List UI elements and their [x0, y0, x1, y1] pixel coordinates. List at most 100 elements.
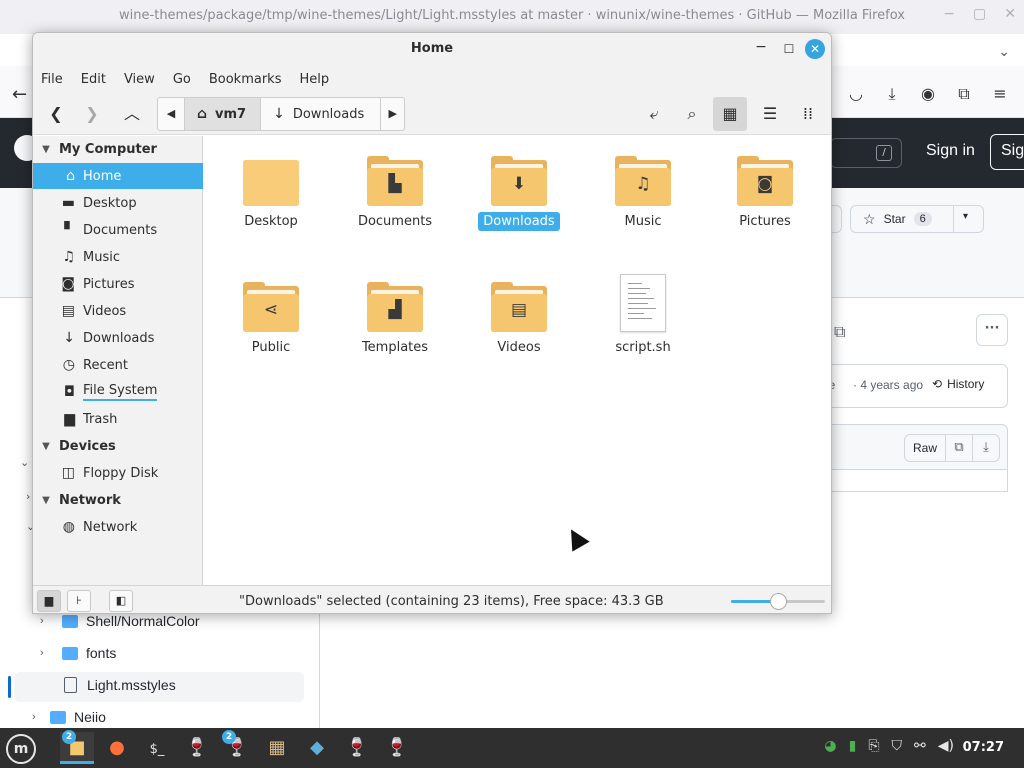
icon-view-icon[interactable]: ▦: [713, 97, 747, 131]
sidebar-item-recent[interactable]: ◷ Recent: [33, 352, 203, 378]
file-icon-grid: Desktop ▙ Documents ⬇ Downloads ♫ Music: [204, 136, 831, 585]
menu-view[interactable]: View: [122, 70, 157, 89]
file-item-downloads[interactable]: ⬇ Downloads: [464, 140, 574, 250]
list-view-icon[interactable]: ☰: [753, 97, 787, 131]
sidebar-item-file-system[interactable]: ◘ File System: [33, 379, 203, 405]
hamburger-menu-icon[interactable]: ≡: [990, 84, 1010, 104]
compact-view-icon[interactable]: ⁞⁞: [791, 97, 825, 131]
path-scroll-right-icon[interactable]: ▶: [380, 98, 404, 130]
taskbar-wine-config[interactable]: 🍷: [180, 732, 214, 764]
sidebar-section-devices[interactable]: ▼ Devices: [33, 433, 203, 459]
back-arrow-icon[interactable]: ❮: [41, 99, 71, 129]
clock[interactable]: 07:27: [963, 740, 1004, 755]
sidebar-section-my-computer[interactable]: ▼ My Computer: [33, 136, 203, 162]
tab-list-chevron-icon[interactable]: ⌄: [998, 44, 1010, 60]
taskbar-firefox[interactable]: ●: [100, 732, 134, 764]
chrome-icon[interactable]: ◕: [824, 738, 836, 754]
tree-file-light-msstyles[interactable]: Light.msstyles: [52, 671, 176, 699]
firefox-titlebar: wine-themes/package/tmp/wine-themes/Ligh…: [0, 0, 1024, 34]
chevron-down-icon[interactable]: ▾: [963, 211, 968, 222]
minimize-icon[interactable]: −: [751, 39, 771, 59]
zoom-slider-handle[interactable]: [770, 593, 787, 610]
file-item-music[interactable]: ♫ Music: [588, 140, 698, 250]
show-places-icon[interactable]: ▆: [37, 590, 61, 612]
path-scroll-left-icon[interactable]: ◀: [158, 98, 184, 130]
taskbar-file-manager[interactable]: 2 ■: [60, 730, 94, 764]
taskbar-archive[interactable]: ▦: [260, 732, 294, 764]
menu-file[interactable]: File: [39, 70, 65, 89]
sidebar-item-floppy-disk[interactable]: ◫ Floppy Disk: [33, 460, 203, 486]
file-item-script-sh[interactable]: script.sh: [588, 262, 698, 372]
sidebar-item-downloads[interactable]: ↓ Downloads: [33, 325, 203, 351]
file-item-templates[interactable]: ▟ Templates: [340, 266, 450, 376]
file-item-pictures[interactable]: ◙ Pictures: [710, 140, 820, 250]
up-arrow-icon[interactable]: ︿: [117, 99, 147, 129]
templates-folder-icon: ▟: [367, 282, 423, 332]
show-tree-icon[interactable]: ⊦: [67, 590, 91, 612]
menu-edit[interactable]: Edit: [79, 70, 108, 89]
menu-help[interactable]: Help: [297, 70, 331, 89]
volume-icon[interactable]: ◀): [938, 738, 954, 754]
close-icon[interactable]: ✕: [1004, 6, 1016, 22]
path-crumb-downloads[interactable]: ↓ Downloads: [260, 98, 380, 130]
copy-icon[interactable]: ⧉: [945, 434, 973, 462]
minimize-icon[interactable]: −: [943, 6, 955, 22]
raw-button[interactable]: Raw: [904, 434, 946, 462]
sidebar-item-trash[interactable]: ▆ Trash: [33, 406, 203, 432]
camera-icon: ◙: [61, 276, 75, 292]
back-arrow-icon[interactable]: ←: [12, 84, 27, 105]
sidebar-section-network[interactable]: ▼ Network: [33, 487, 203, 513]
close-icon[interactable]: ✕: [805, 39, 825, 59]
taskbar-wine-3[interactable]: 🍷: [380, 732, 414, 764]
more-options-button[interactable]: ···: [976, 314, 1008, 346]
sidebar-item-desktop[interactable]: ▬ Desktop: [33, 190, 203, 216]
history-button[interactable]: ⟲ History: [932, 377, 984, 391]
sidebar-item-music[interactable]: ♫ Music: [33, 244, 203, 270]
sidebar-item-documents[interactable]: ▘ Documents: [33, 217, 203, 243]
maximize-icon[interactable]: ▢: [973, 6, 986, 22]
file-item-public[interactable]: ⋖ Public: [216, 266, 326, 376]
forward-arrow-icon[interactable]: ❯: [77, 99, 107, 129]
hide-sidebar-icon[interactable]: ◧: [109, 590, 133, 612]
file-item-label: script.sh: [615, 340, 671, 355]
network-icon[interactable]: ⚯: [914, 738, 926, 754]
sidebar-item-pictures[interactable]: ◙ Pictures: [33, 271, 203, 297]
chevron-down-icon[interactable]: ⌄: [20, 456, 29, 469]
pocket-icon[interactable]: ◡: [846, 84, 866, 104]
file-item-videos[interactable]: ▤ Videos: [464, 266, 574, 376]
taskbar-terminal[interactable]: $_: [140, 732, 174, 764]
sign-up-button[interactable]: Sig: [990, 134, 1024, 170]
file-item-desktop[interactable]: Desktop: [216, 140, 326, 250]
sign-in-link[interactable]: Sign in: [926, 142, 975, 160]
file-item-label: Desktop: [244, 214, 298, 229]
maximize-icon[interactable]: ☐: [779, 39, 799, 59]
battery-icon[interactable]: ▮: [849, 738, 857, 754]
star-button[interactable]: ☆ Star 6 ▾: [850, 205, 984, 233]
copy-path-icon[interactable]: ⧉: [834, 322, 845, 342]
sidebar-item-network[interactable]: ◍ Network: [33, 514, 203, 540]
search-icon[interactable]: ⌕: [675, 97, 709, 131]
music-folder-icon: ♫: [615, 156, 671, 206]
path-crumb-home[interactable]: ⌂ vm7: [184, 98, 261, 130]
menu-bookmarks[interactable]: Bookmarks: [207, 70, 284, 89]
tree-folder-neiio[interactable]: › Neiio: [32, 703, 106, 731]
download-icon[interactable]: ⤓: [882, 84, 902, 104]
taskbar-wine-2[interactable]: 🍷: [340, 732, 374, 764]
taskbar-virtual-machine[interactable]: ◆: [300, 732, 334, 764]
file-manager-titlebar[interactable]: Home − ☐ ✕: [33, 33, 831, 65]
shield-icon[interactable]: ⛉: [892, 738, 903, 754]
mint-menu-icon[interactable]: m: [6, 734, 36, 764]
extensions-icon[interactable]: ⧉: [954, 84, 974, 104]
clipboard-icon[interactable]: ⎘: [868, 738, 879, 754]
zoom-slider[interactable]: [731, 593, 825, 610]
tree-folder-fonts[interactable]: › fonts: [40, 639, 116, 667]
account-icon[interactable]: ◉: [918, 84, 938, 104]
chevron-right-icon[interactable]: ›: [26, 490, 30, 503]
download-icon[interactable]: ⤓: [972, 434, 1000, 462]
toggle-location-entry-icon[interactable]: ⤶: [637, 97, 671, 131]
menu-go[interactable]: Go: [171, 70, 193, 89]
sidebar-item-home[interactable]: ⌂ Home: [33, 163, 203, 189]
taskbar-wine[interactable]: 2 🍷: [220, 730, 254, 764]
file-item-documents[interactable]: ▙ Documents: [340, 140, 450, 250]
sidebar-item-videos[interactable]: ▤ Videos: [33, 298, 203, 324]
